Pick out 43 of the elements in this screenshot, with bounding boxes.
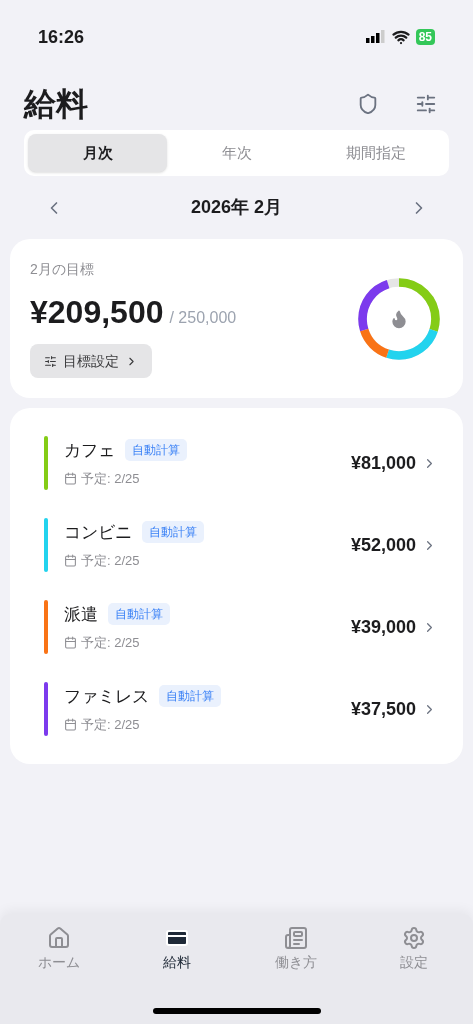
- payday-text: 予定: 2/25: [81, 634, 140, 652]
- auto-calc-badge: 自動計算: [125, 439, 187, 462]
- job-amount: ¥52,000: [350, 533, 416, 557]
- calendar-icon: [64, 472, 77, 486]
- goal-label: 2月の目標: [30, 260, 95, 279]
- job-row[interactable]: ファミレス 自動計算 予定: 2/25 ¥37,500: [44, 682, 429, 736]
- sliders-icon: [44, 354, 57, 368]
- goal-settings-button[interactable]: 目標設定: [30, 344, 152, 378]
- auto-calc-badge: 自動計算: [142, 521, 204, 544]
- filter-icon[interactable]: [415, 93, 437, 115]
- shield-icon[interactable]: [357, 93, 379, 115]
- payday-text: 予定: 2/25: [81, 470, 140, 488]
- page-title: 給料: [24, 85, 88, 124]
- calendar-icon: [64, 636, 77, 650]
- goal-target: / 250,000: [169, 308, 237, 328]
- job-amount: ¥39,000: [350, 615, 416, 639]
- job-name: 派遣: [64, 603, 98, 626]
- job-amount: ¥81,000: [350, 451, 416, 475]
- goal-amount: ¥209,500: [30, 293, 164, 332]
- auto-calc-badge: 自動計算: [108, 603, 170, 626]
- tab-bar-item[interactable]: 給料: [118, 926, 237, 973]
- job-row[interactable]: 派遣 自動計算 予定: 2/25 ¥39,000: [44, 600, 429, 654]
- job-row[interactable]: カフェ 自動計算 予定: 2/25 ¥81,000: [44, 436, 429, 490]
- calendar-icon: [64, 718, 77, 732]
- wifi-icon: [391, 28, 410, 46]
- settings-icon: [401, 926, 426, 950]
- signal-icon: [365, 30, 386, 44]
- battery-indicator: 85: [415, 29, 435, 45]
- payday-text: 予定: 2/25: [81, 552, 140, 570]
- job-name: コンビニ: [64, 521, 132, 544]
- flame-icon: [389, 308, 409, 329]
- job-row[interactable]: コンビニ 自動計算 予定: 2/25 ¥52,000: [44, 518, 429, 572]
- document-icon: [283, 926, 308, 950]
- job-name: カフェ: [64, 439, 115, 462]
- month-label: 2026年 2月: [190, 196, 283, 219]
- payday-text: 予定: 2/25: [81, 716, 140, 734]
- calendar-icon: [64, 554, 77, 568]
- period-tab[interactable]: 月次: [28, 134, 167, 172]
- home-icon: [47, 926, 72, 950]
- status-time: 16:26: [38, 25, 85, 49]
- job-amount: ¥37,500: [350, 697, 416, 721]
- job-name: ファミレス: [64, 685, 149, 708]
- auto-calc-badge: 自動計算: [159, 685, 221, 708]
